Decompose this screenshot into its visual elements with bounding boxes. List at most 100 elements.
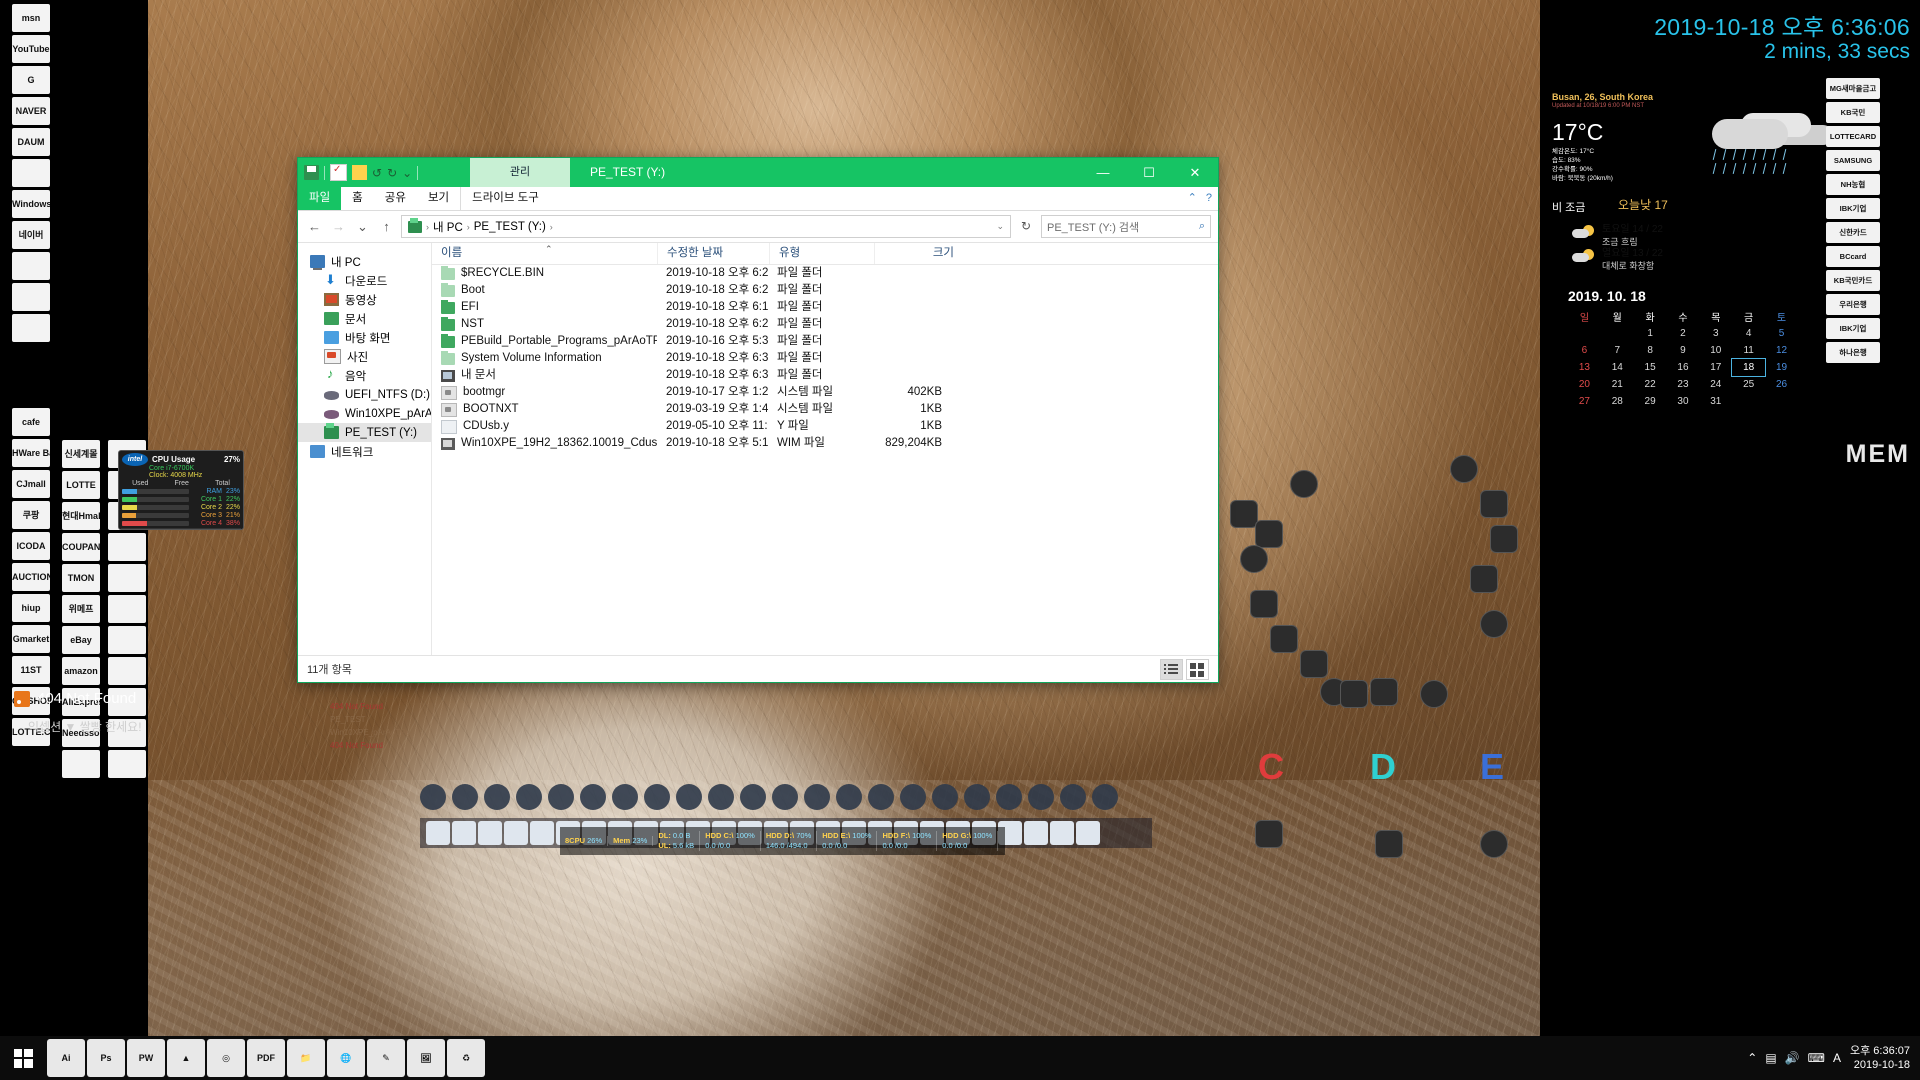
table-row[interactable]: System Volume Information 2019-10-18 오후 6…: [432, 350, 1218, 367]
redo-icon[interactable]: ↻: [387, 166, 397, 180]
maximize-button[interactable]: ☐: [1126, 158, 1172, 187]
right-shortcut-icon[interactable]: IBK기업: [1826, 318, 1880, 339]
desktop-icon[interactable]: G: [12, 66, 50, 94]
calendar-day-cell[interactable]: 26: [1765, 376, 1798, 393]
calendar-day-cell[interactable]: 21: [1601, 376, 1634, 393]
dock-icon[interactable]: [452, 784, 478, 810]
desktop-icon[interactable]: [12, 159, 50, 187]
desktop-icon[interactable]: LOTTE: [62, 471, 100, 499]
back-button[interactable]: ←: [305, 217, 324, 236]
taskbar-app-icon[interactable]: ▲: [167, 1039, 205, 1077]
calendar-day-cell[interactable]: 11: [1732, 342, 1765, 359]
taskbar-app-icon[interactable]: Ps: [87, 1039, 125, 1077]
table-row[interactable]: $RECYCLE.BIN 2019-10-18 오후 6:29 파일 폴더: [432, 265, 1218, 282]
table-row[interactable]: Boot 2019-10-18 오후 6:24 파일 폴더: [432, 282, 1218, 299]
desktop-icon[interactable]: [108, 626, 146, 654]
taskbar-pinned-apps[interactable]: Ai Ps PW ▲ ◎ PDF 📁 🌐 ✎ 🖼 ♻: [46, 1039, 486, 1077]
search-input[interactable]: PE_TEST (Y:) 검색 ⌕: [1041, 215, 1211, 238]
address-bar-row[interactable]: ← → ⌄ ↑ › 내 PC › PE_TEST (Y:) › ⌄ ↻ PE_T…: [298, 211, 1218, 242]
table-row[interactable]: NST 2019-10-18 오후 6:20 파일 폴더: [432, 316, 1218, 333]
dock-icon[interactable]: [932, 784, 958, 810]
dock-icon[interactable]: [772, 784, 798, 810]
tab-drive-tools[interactable]: 드라이브 도구: [460, 187, 550, 210]
minimize-button[interactable]: —: [1080, 158, 1126, 187]
sidebar-item-0[interactable]: 내 PC: [298, 252, 431, 271]
calendar-day-cell[interactable]: 4: [1732, 325, 1765, 342]
calendar-day-cell[interactable]: 25: [1732, 376, 1765, 393]
desktop-icon[interactable]: HWare Battle: [12, 439, 50, 467]
dock-icon[interactable]: [996, 784, 1022, 810]
window-titlebar[interactable]: ↺ ↻ ⌄ 관리 PE_TEST (Y:) — ☐ ✕: [298, 158, 1218, 187]
calendar-day-cell[interactable]: 14: [1601, 359, 1634, 376]
calendar-day-cell[interactable]: 18: [1731, 358, 1767, 377]
desktop-icon[interactable]: [108, 533, 146, 561]
desktop-icon[interactable]: cafe: [12, 408, 50, 436]
desktop-icon[interactable]: [62, 750, 100, 778]
sidebar-item-1[interactable]: 다운로드: [298, 271, 431, 290]
sidebar-item-2[interactable]: 동영상: [298, 290, 431, 309]
table-row[interactable]: CDUsb.y 2019-05-10 오후 11:07 Y 파일 1KB: [432, 418, 1218, 435]
desktop-shortcut-icon[interactable]: [1470, 565, 1498, 593]
recent-locations-button[interactable]: ⌄: [353, 217, 372, 236]
table-row[interactable]: Win10XPE_19H2_18362.10019_Cdusb_... 2019-…: [432, 435, 1218, 452]
taskbar-app-icon[interactable]: 🌐: [327, 1039, 365, 1077]
taskbar-app-icon[interactable]: 📁: [287, 1039, 325, 1077]
calendar-day-cell[interactable]: 9: [1667, 342, 1700, 359]
tab-view[interactable]: 보기: [417, 187, 460, 210]
right-shortcut-icon[interactable]: 신한카드: [1826, 222, 1880, 243]
dock-icon[interactable]: [580, 784, 606, 810]
dock-icon[interactable]: [1028, 784, 1054, 810]
up-button[interactable]: ↑: [377, 217, 396, 236]
desktop-shortcut-icon[interactable]: [1450, 455, 1478, 483]
table-row[interactable]: PEBuild_Portable_Programs_pArAoTPg34 2019…: [432, 333, 1218, 350]
calendar-day-cell[interactable]: 10: [1699, 342, 1732, 359]
desktop-icon[interactable]: DAUM: [12, 128, 50, 156]
desktop-dock-row[interactable]: [420, 780, 1140, 814]
right-shortcut-icon[interactable]: MG새마을금고: [1826, 78, 1880, 99]
calendar-day-cell[interactable]: 23: [1667, 376, 1700, 393]
file-name-cell[interactable]: BOOTNXT: [432, 401, 657, 418]
navigation-pane[interactable]: 내 PC 다운로드동영상문서바탕 화면사진음악 UEFI_NTFS (D:) Win1…: [298, 243, 431, 655]
column-header-date[interactable]: 수정한 날짜: [657, 243, 769, 264]
tab-home[interactable]: 홈: [341, 187, 374, 210]
calendar-day-cell[interactable]: 30: [1667, 393, 1700, 410]
desktop-icon[interactable]: 쿠팡: [12, 501, 50, 529]
secondary-taskbar-icon[interactable]: [1050, 821, 1074, 845]
column-headers[interactable]: 이름 수정한 날짜 유형 크기 ⌃: [432, 243, 1218, 265]
dock-icon[interactable]: [676, 784, 702, 810]
right-shortcut-icon[interactable]: LOTTECARD: [1826, 126, 1880, 147]
dock-icon[interactable]: [516, 784, 542, 810]
windows-taskbar[interactable]: Ai Ps PW ▲ ◎ PDF 📁 🌐 ✎ 🖼 ♻ ⌃ ▤ 🔊 ⌨ A 오후 6:36:07 20…: [0, 1036, 1920, 1080]
calendar-day-cell[interactable]: 3: [1699, 325, 1732, 342]
desktop-shortcut-icon[interactable]: [1290, 470, 1318, 498]
dock-icon[interactable]: [1092, 784, 1118, 810]
desktop-icon[interactable]: [108, 564, 146, 592]
calendar-day-cell[interactable]: 20: [1568, 376, 1601, 393]
customize-toolbar-icon[interactable]: ⌄: [402, 166, 412, 180]
ime-indicator[interactable]: A: [1833, 1051, 1841, 1065]
taskbar-app-icon[interactable]: PW: [127, 1039, 165, 1077]
desktop-shortcut-icon[interactable]: [1420, 680, 1448, 708]
desktop-shortcut-icon[interactable]: [1250, 590, 1278, 618]
right-shortcut-icon[interactable]: 우리은행: [1826, 294, 1880, 315]
right-shortcut-icon[interactable]: SAMSUNG: [1826, 150, 1880, 171]
dock-icon[interactable]: [836, 784, 862, 810]
desktop-icon[interactable]: hiup: [12, 594, 50, 622]
search-icon[interactable]: ⌕: [1199, 220, 1205, 233]
taskbar-app-icon[interactable]: ✎: [367, 1039, 405, 1077]
desktop-shortcut-icon[interactable]: [1480, 610, 1508, 638]
calendar-day-cell[interactable]: [1601, 325, 1634, 342]
dock-icon[interactable]: [612, 784, 638, 810]
window-controls[interactable]: — ☐ ✕: [1080, 158, 1218, 187]
taskbar-app-icon[interactable]: 🖼: [407, 1039, 445, 1077]
system-tray[interactable]: ⌃ ▤ 🔊 ⌨ A 오후 6:36:07 2019-10-18: [1747, 1044, 1920, 1072]
close-button[interactable]: ✕: [1172, 158, 1218, 187]
sidebar-item-6[interactable]: 음악: [298, 366, 431, 385]
desktop-icon[interactable]: 네이버: [12, 221, 50, 249]
secondary-taskbar-icon[interactable]: [1076, 821, 1100, 845]
sidebar-item-5[interactable]: 사진: [298, 347, 431, 366]
breadcrumb-item-pc[interactable]: 내 PC: [433, 219, 463, 235]
dock-icon[interactable]: [868, 784, 894, 810]
secondary-taskbar-icon[interactable]: [1024, 821, 1048, 845]
breadcrumb[interactable]: › 내 PC › PE_TEST (Y:) › ⌄: [401, 215, 1011, 238]
